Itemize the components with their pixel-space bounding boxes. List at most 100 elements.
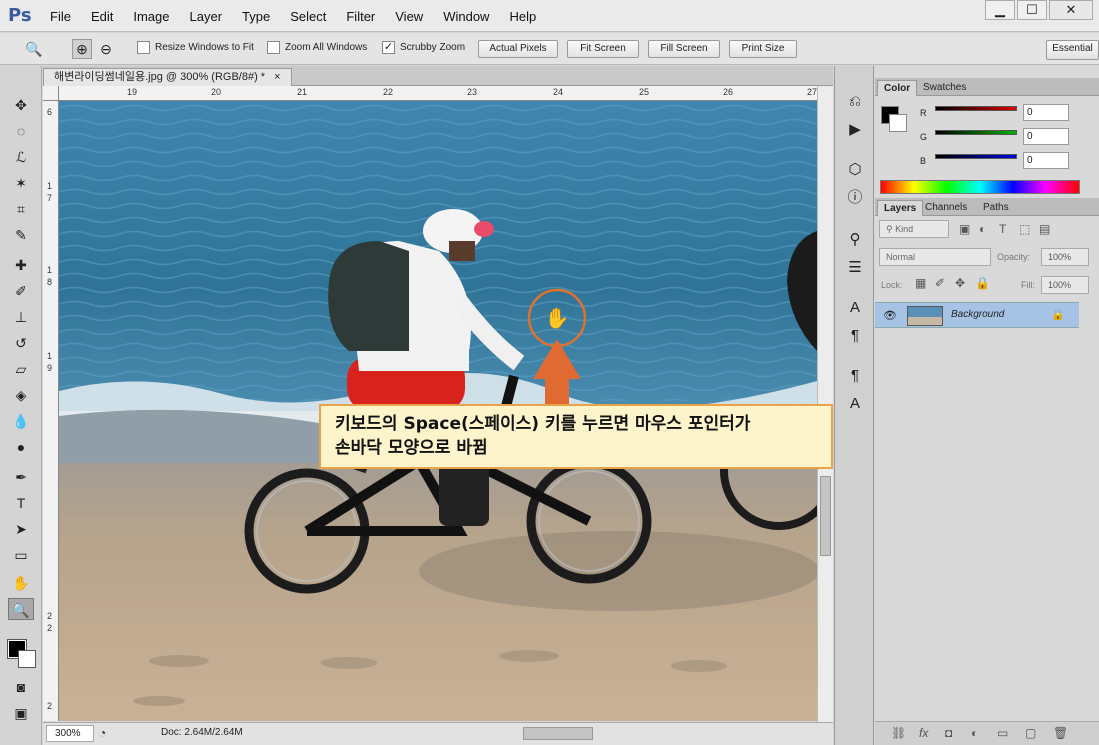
minimize-button[interactable]: ▁ [985, 0, 1015, 20]
close-button[interactable]: ✕ [1049, 0, 1093, 20]
tab-close-icon[interactable]: × [274, 71, 280, 83]
filter-type-icon[interactable]: T [999, 222, 1006, 236]
brush-tool-icon[interactable]: ✐ [8, 280, 34, 302]
layer-filter-kind[interactable]: ⚲ Kind [879, 220, 949, 238]
tab-paths[interactable]: Paths [977, 200, 1015, 216]
menu-layer[interactable]: Layer [190, 9, 223, 24]
channel-r-value[interactable]: 0 [1023, 104, 1069, 121]
workspace-switcher[interactable]: Essential [1046, 40, 1099, 60]
lock-all-icon[interactable]: 🔒 [975, 276, 990, 290]
new-group-icon[interactable]: ▭ [997, 726, 1008, 740]
layer-style-icon[interactable]: fx [919, 726, 928, 740]
horizontal-ruler[interactable]: 19 20 21 22 23 24 25 26 27 [59, 86, 819, 101]
menu-select[interactable]: Select [290, 9, 326, 24]
filter-shape-icon[interactable]: ⬚ [1019, 222, 1030, 236]
channel-g-value[interactable]: 0 [1023, 128, 1069, 145]
character-styles-icon[interactable]: A [843, 394, 867, 414]
zoom-in-icon[interactable]: ⊕ [72, 39, 92, 59]
menu-file[interactable]: File [50, 9, 71, 24]
resize-windows-checkbox[interactable] [137, 41, 150, 54]
blur-tool-icon[interactable]: 💧 [8, 410, 34, 432]
tab-swatches[interactable]: Swatches [917, 80, 972, 96]
vertical-ruler[interactable]: 6 1 7 1 8 1 9 2 2 2 [43, 101, 59, 721]
channel-g-slider[interactable] [935, 130, 1017, 135]
layer-row-background[interactable]: 👁 Background 🔒 [875, 302, 1079, 328]
adjustments-panel-icon[interactable]: ☰ [843, 258, 867, 278]
zoom-tool-icon[interactable]: 🔍 [8, 598, 34, 620]
zoom-out-icon[interactable]: ⊖ [96, 39, 116, 59]
zoom-tool-preset-icon[interactable]: 🔍 [24, 39, 44, 59]
quick-mask-icon[interactable]: ◙ [8, 676, 34, 698]
tab-color[interactable]: Color [877, 80, 918, 96]
filter-smart-object-icon[interactable]: ▤ [1039, 222, 1050, 236]
type-tool-icon[interactable]: T [8, 492, 34, 514]
menu-image[interactable]: Image [133, 9, 169, 24]
paragraph-styles-icon[interactable]: ¶ [843, 366, 867, 386]
magic-wand-tool-icon[interactable]: ✶ [8, 172, 34, 194]
menu-edit[interactable]: Edit [91, 9, 113, 24]
status-info-icon[interactable]: ◔ [99, 726, 106, 740]
menu-filter[interactable]: Filter [346, 9, 375, 24]
link-layers-icon[interactable]: ⛓ [891, 726, 906, 740]
eraser-tool-icon[interactable]: ▱ [8, 358, 34, 380]
menu-type[interactable]: Type [242, 9, 270, 24]
paragraph-panel-icon[interactable]: ¶ [843, 326, 867, 346]
ruler-origin[interactable] [43, 86, 59, 101]
fill-field[interactable]: 100% [1041, 276, 1089, 294]
zoom-level-field[interactable]: 300% [46, 725, 94, 742]
info-panel-icon[interactable]: ⓘ [843, 188, 867, 208]
background-color-chip[interactable] [889, 114, 907, 132]
zoom-all-checkbox[interactable] [267, 41, 280, 54]
add-mask-icon[interactable]: ◘ [945, 726, 952, 740]
menu-window[interactable]: Window [443, 9, 489, 24]
menu-help[interactable]: Help [509, 9, 536, 24]
3d-panel-icon[interactable]: ⬡ [843, 160, 867, 180]
actual-pixels-button[interactable]: Actual Pixels [478, 40, 558, 58]
vertical-scroll-thumb[interactable] [820, 476, 831, 556]
history-brush-tool-icon[interactable]: ↺ [8, 332, 34, 354]
paint-bucket-tool-icon[interactable]: ◈ [8, 384, 34, 406]
dodge-tool-icon[interactable]: ● [8, 436, 34, 458]
lasso-tool-icon[interactable]: ℒ [8, 146, 34, 168]
channel-b-slider[interactable] [935, 154, 1017, 159]
scrubby-zoom-checkbox[interactable]: ✓ [382, 41, 395, 54]
background-color-swatch[interactable] [18, 650, 36, 668]
filter-image-icon[interactable]: ▣ [959, 222, 970, 236]
stamp-tool-icon[interactable]: ⊥ [8, 306, 34, 328]
channel-r-slider[interactable] [935, 106, 1017, 111]
crop-tool-icon[interactable]: ⌗ [8, 198, 34, 220]
tab-layers[interactable]: Layers [877, 200, 924, 216]
print-size-button[interactable]: Print Size [729, 40, 797, 58]
tab-channels[interactable]: Channels [919, 200, 973, 216]
visibility-eye-icon[interactable]: 👁 [883, 309, 897, 322]
fit-screen-button[interactable]: Fit Screen [567, 40, 639, 58]
color-spectrum-ramp[interactable] [880, 180, 1080, 194]
brush-presets-icon[interactable]: ⚲ [843, 230, 867, 250]
history-panel-icon[interactable]: ⎌ [843, 92, 867, 112]
delete-layer-icon[interactable]: 🗑 [1053, 726, 1068, 740]
path-selection-tool-icon[interactable]: ➤ [8, 518, 34, 540]
channel-b-value[interactable]: 0 [1023, 152, 1069, 169]
hand-tool-icon[interactable]: ✋ [8, 572, 34, 594]
eyedropper-tool-icon[interactable]: ✎ [8, 224, 34, 246]
rectangle-tool-icon[interactable]: ▭ [8, 544, 34, 566]
lock-position-icon[interactable]: ✥ [955, 276, 965, 290]
filter-adjustment-icon[interactable]: ◐ [979, 222, 986, 236]
new-layer-icon[interactable]: ▢ [1025, 726, 1036, 740]
horizontal-scroll-thumb[interactable] [523, 727, 593, 740]
fill-screen-button[interactable]: Fill Screen [648, 40, 720, 58]
maximize-button[interactable]: ☐ [1017, 0, 1047, 20]
character-panel-icon[interactable]: A [843, 298, 867, 318]
pen-tool-icon[interactable]: ✒ [8, 466, 34, 488]
opacity-field[interactable]: 100% [1041, 248, 1089, 266]
move-tool-icon[interactable]: ✥ [8, 94, 34, 116]
new-adjustment-icon[interactable]: ◐ [971, 726, 978, 740]
healing-brush-tool-icon[interactable]: ✚ [8, 254, 34, 276]
document-tab[interactable]: 해변라이딩썸네일용.jpg @ 300% (RGB/8#) * × [43, 68, 292, 86]
lock-transparent-icon[interactable]: ▦ [915, 276, 926, 290]
layer-name[interactable]: Background [951, 309, 1004, 320]
screen-mode-icon[interactable]: ▣ [8, 702, 34, 724]
actions-panel-icon[interactable]: ▶ [843, 120, 867, 140]
lock-pixels-icon[interactable]: ✐ [935, 276, 945, 290]
marquee-tool-icon[interactable]: ◌ [8, 120, 34, 142]
